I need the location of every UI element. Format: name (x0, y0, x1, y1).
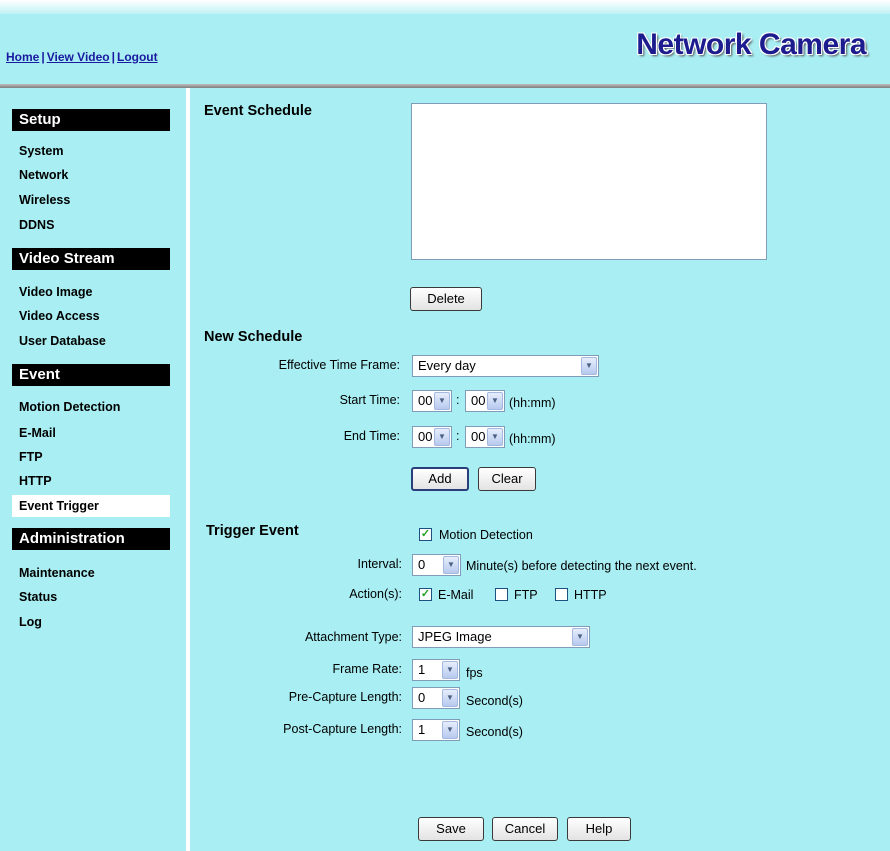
chevron-down-icon: ▼ (581, 357, 597, 375)
chevron-down-icon: ▼ (487, 392, 503, 410)
sidebar-item-user-database[interactable]: User Database (12, 330, 170, 352)
main-content: Event Schedule Delete New Schedule Effec… (190, 88, 890, 851)
start-hour-select[interactable]: 00 ▼ (412, 390, 452, 412)
check-icon: ✓ (420, 588, 431, 600)
help-button[interactable]: Help (567, 817, 631, 841)
interval-select[interactable]: 0 ▼ (412, 554, 461, 576)
sidebar-section-video-stream: Video Stream (12, 248, 170, 270)
frame-rate-select[interactable]: 1 ▼ (412, 659, 460, 681)
sidebar-item-video-image[interactable]: Video Image (12, 281, 170, 303)
ftp-action-label: FTP (514, 588, 538, 602)
chevron-down-icon: ▼ (442, 689, 458, 707)
post-capture-label: Post-Capture Length: (283, 722, 402, 736)
start-hour-value: 00 (418, 393, 433, 408)
brand-title: Network Camera (636, 28, 866, 61)
sidebar-item-event-trigger[interactable]: Event Trigger (12, 495, 170, 517)
event-schedule-list[interactable] (411, 103, 767, 260)
pre-capture-label: Pre-Capture Length: (288, 690, 402, 704)
sidebar-item-email[interactable]: E-Mail (12, 422, 170, 444)
chevron-down-icon: ▼ (442, 661, 458, 679)
end-time-unit: (hh:mm) (509, 432, 556, 446)
pre-capture-select[interactable]: 0 ▼ (412, 687, 460, 709)
email-action-label: E-Mail (438, 588, 474, 602)
nav-separator: | (41, 50, 45, 64)
save-button[interactable]: Save (418, 817, 484, 841)
sidebar-section-setup: Setup (12, 109, 170, 131)
motion-detection-label: Motion Detection (439, 528, 533, 542)
post-capture-select[interactable]: 1 ▼ (412, 719, 460, 741)
end-minute-select[interactable]: 00 ▼ (465, 426, 505, 448)
chevron-down-icon: ▼ (572, 628, 588, 646)
start-minute-select[interactable]: 00 ▼ (465, 390, 505, 412)
check-icon: ✓ (420, 528, 431, 540)
email-action-checkbox[interactable]: ✓ (419, 588, 432, 601)
start-time-unit: (hh:mm) (509, 396, 556, 410)
sidebar-item-maintenance[interactable]: Maintenance (12, 562, 170, 584)
nav-separator: | (111, 50, 115, 64)
sidebar-item-http[interactable]: HTTP (12, 470, 170, 492)
ftp-action-checkbox[interactable] (495, 588, 508, 601)
sidebar-item-motion-detection[interactable]: Motion Detection (12, 396, 170, 418)
sidebar-item-ddns[interactable]: DDNS (12, 214, 170, 236)
interval-label: Interval: (357, 557, 402, 571)
top-nav: Home | View Video | Logout (6, 50, 158, 64)
sidebar-item-log[interactable]: Log (12, 611, 170, 633)
time-frame-select[interactable]: Every day ▼ (412, 355, 599, 377)
pre-capture-unit: Second(s) (466, 694, 523, 708)
sidebar-section-event: Event (12, 364, 170, 386)
end-minute-value: 00 (471, 429, 486, 444)
attachment-type-value: JPEG Image (418, 629, 492, 644)
actions-label: Action(s): (349, 587, 402, 601)
top-stripe (0, 0, 890, 14)
time-colon: : (456, 393, 460, 407)
attachment-type-select[interactable]: JPEG Image ▼ (412, 626, 590, 648)
http-action-label: HTTP (574, 588, 607, 602)
chevron-down-icon: ▼ (434, 392, 450, 410)
chevron-down-icon: ▼ (443, 556, 459, 574)
start-time-label: Start Time: (339, 393, 400, 407)
post-capture-unit: Second(s) (466, 725, 523, 739)
end-hour-select[interactable]: 00 ▼ (412, 426, 452, 448)
home-link[interactable]: Home (6, 50, 39, 64)
time-frame-value: Every day (418, 358, 476, 373)
clear-button[interactable]: Clear (478, 467, 536, 491)
sidebar-section-administration: Administration (12, 528, 170, 550)
event-schedule-heading: Event Schedule (204, 103, 312, 119)
interval-suffix: Minute(s) before detecting the next even… (466, 559, 697, 573)
sidebar-item-wireless[interactable]: Wireless (12, 189, 170, 211)
logout-link[interactable]: Logout (117, 50, 158, 64)
http-action-checkbox[interactable] (555, 588, 568, 601)
sidebar: Setup System Network Wireless DDNS Video… (0, 88, 186, 851)
add-button[interactable]: Add (411, 467, 469, 491)
pre-capture-value: 0 (418, 690, 426, 705)
motion-detection-checkbox[interactable]: ✓ (419, 528, 432, 541)
frame-rate-value: 1 (418, 662, 426, 677)
post-capture-value: 1 (418, 722, 426, 737)
chevron-down-icon: ▼ (487, 428, 503, 446)
start-minute-value: 00 (471, 393, 486, 408)
chevron-down-icon: ▼ (442, 721, 458, 739)
time-colon: : (456, 429, 460, 443)
sidebar-item-system[interactable]: System (12, 140, 170, 162)
new-schedule-heading: New Schedule (204, 329, 303, 345)
frame-rate-unit: fps (466, 666, 483, 680)
end-time-label: End Time: (343, 429, 400, 443)
attachment-type-label: Attachment Type: (304, 630, 402, 644)
frame-rate-label: Frame Rate: (332, 662, 402, 676)
sidebar-item-status[interactable]: Status (12, 586, 170, 608)
delete-button[interactable]: Delete (410, 287, 482, 311)
sidebar-item-network[interactable]: Network (12, 164, 170, 186)
sidebar-item-ftp[interactable]: FTP (12, 446, 170, 468)
time-frame-label: Effective Time Frame: (278, 358, 400, 372)
chevron-down-icon: ▼ (434, 428, 450, 446)
end-hour-value: 00 (418, 429, 433, 444)
trigger-event-heading: Trigger Event (206, 523, 299, 539)
sidebar-item-video-access[interactable]: Video Access (12, 305, 170, 327)
cancel-button[interactable]: Cancel (492, 817, 558, 841)
interval-value: 0 (418, 557, 426, 572)
view-video-link[interactable]: View Video (47, 50, 110, 64)
